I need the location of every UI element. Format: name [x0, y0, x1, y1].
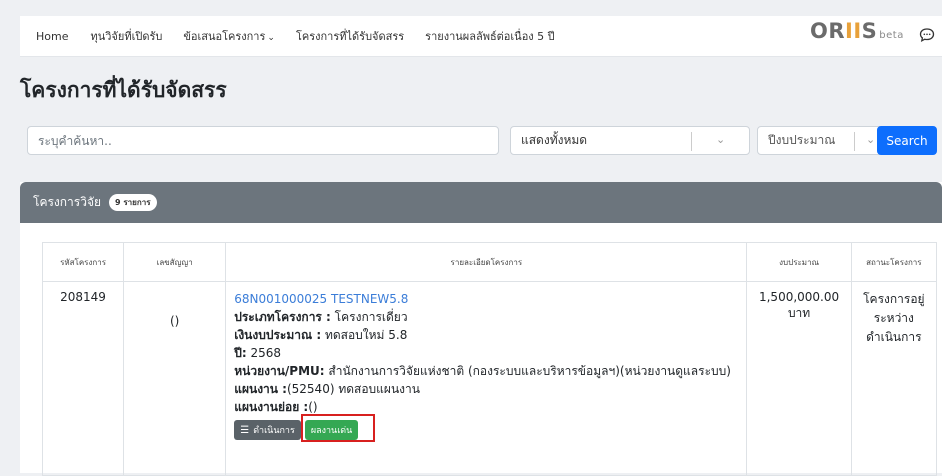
brand-suffix: beta	[879, 30, 904, 41]
col-project-detail[interactable]: รายละเอียดโครงการ	[225, 242, 748, 282]
chevron-down-icon: ⌄	[267, 33, 275, 43]
chevron-down-icon: ⌄	[866, 133, 876, 146]
plan-label: แผนงาน :	[234, 382, 287, 396]
filter-select[interactable]: แสดงทั้งหมด ⌄	[510, 126, 750, 155]
nav-home[interactable]: Home	[36, 30, 68, 43]
chevron-down-icon: ⌄	[716, 133, 726, 146]
top-navbar: Home ทุนวิจัยที่เปิดรับ ข้อเสนอโครงการ ⌄ …	[20, 16, 942, 57]
col-contract-no[interactable]: เลขสัญญา	[123, 242, 227, 282]
col-budget[interactable]: งบประมาณ	[746, 242, 852, 282]
brand-logo[interactable]: ORIIS beta	[810, 19, 904, 43]
search-input[interactable]	[27, 126, 499, 155]
subplan-label: แผนงานย่อย :	[234, 400, 309, 414]
unit-label: หน่วยงาน/PMU:	[234, 364, 325, 378]
type-label: ประเภทโครงการ :	[234, 310, 331, 324]
divider	[854, 132, 855, 151]
fiscal-year-placeholder: ปีงบประมาณ	[768, 133, 836, 147]
contract-no-value: ()	[169, 314, 180, 328]
nav-5-year-report[interactable]: รายงานผลลัพธ์ต่อเนื่อง 5 ปี	[425, 27, 554, 45]
divider	[691, 132, 692, 151]
page-title: โครงการที่ได้รับจัดสรร	[20, 78, 227, 102]
year-label: ปี:	[234, 346, 247, 360]
count-badge: 9 รายการ	[109, 194, 157, 211]
project-type: ประเภทโครงการ : โครงการเดี่ยว	[234, 308, 738, 326]
nav-proposals-label: ข้อเสนอโครงการ	[183, 30, 266, 43]
list-icon: ☰	[240, 424, 250, 436]
chat-bubble-icon[interactable]	[919, 27, 935, 43]
type-value: โครงการเดี่ยว	[330, 310, 408, 324]
row-actions: ☰ ดำเนินการ ผลงานเด่น	[234, 414, 738, 442]
project-fund: เงินงบประมาณ : ทดสอบใหม่ 5.8	[234, 326, 738, 344]
cell-budget: 1,500,000.00 บาท	[746, 281, 852, 476]
filter-select-value: แสดงทั้งหมด	[521, 133, 588, 147]
search-button[interactable]: Search	[877, 126, 937, 155]
annotation-highlight-box	[301, 414, 376, 442]
operate-button[interactable]: ☰ ดำเนินการ	[234, 420, 301, 440]
unit-value: สำนักงานการวิจัยแห่งชาติ (กองระบบและบริห…	[324, 364, 731, 378]
nav-open-grants[interactable]: ทุนวิจัยที่เปิดรับ	[90, 27, 162, 45]
nav-proposals[interactable]: ข้อเสนอโครงการ ⌄	[183, 27, 275, 45]
fund-label: เงินงบประมาณ :	[234, 328, 322, 342]
table-row: 208149 () 68N001000025 TESTNEW5.8 ประเภท…	[41, 281, 938, 476]
fund-value: ทดสอบใหม่ 5.8	[321, 328, 408, 342]
card-title: โครงการวิจัย	[33, 195, 102, 209]
operate-button-label: ดำเนินการ	[253, 426, 295, 436]
nav-allocated-projects[interactable]: โครงการที่ได้รับจัดสรร	[296, 27, 404, 45]
project-year: ปี: 2568	[234, 344, 738, 362]
plan-value: (52540) ทดสอบแผนงาน	[286, 382, 420, 396]
projects-card: โครงการวิจัย 9 รายการ รหัสโครงการ เลขสัญ…	[20, 182, 942, 476]
project-unit: หน่วยงาน/PMU: สำนักงานการวิจัยแห่งชาติ (…	[234, 362, 738, 380]
card-header: โครงการวิจัย 9 รายการ	[20, 182, 942, 223]
cell-project-id: 208149	[41, 281, 125, 476]
projects-table: รหัสโครงการ เลขสัญญา รายละเอียดโครงการ ง…	[41, 242, 938, 476]
year-value: 2568	[246, 346, 281, 360]
project-plan: แผนงาน :(52540) ทดสอบแผนงาน	[234, 380, 738, 398]
table-header-row: รหัสโครงการ เลขสัญญา รายละเอียดโครงการ ง…	[41, 242, 938, 282]
col-project-id[interactable]: รหัสโครงการ	[41, 242, 125, 282]
cell-status: โครงการอยู่ระหว่างดำเนินการ	[850, 281, 938, 476]
col-status[interactable]: สถานะโครงการ	[850, 242, 938, 282]
cell-contract-no: ()	[123, 281, 227, 476]
project-link[interactable]: 68N001000025 TESTNEW5.8	[234, 290, 738, 308]
cell-project-detail: 68N001000025 TESTNEW5.8 ประเภทโครงการ : …	[225, 281, 748, 476]
fiscal-year-select[interactable]: ปีงบประมาณ ⌄	[757, 126, 885, 155]
subplan-value: ()	[308, 400, 318, 414]
